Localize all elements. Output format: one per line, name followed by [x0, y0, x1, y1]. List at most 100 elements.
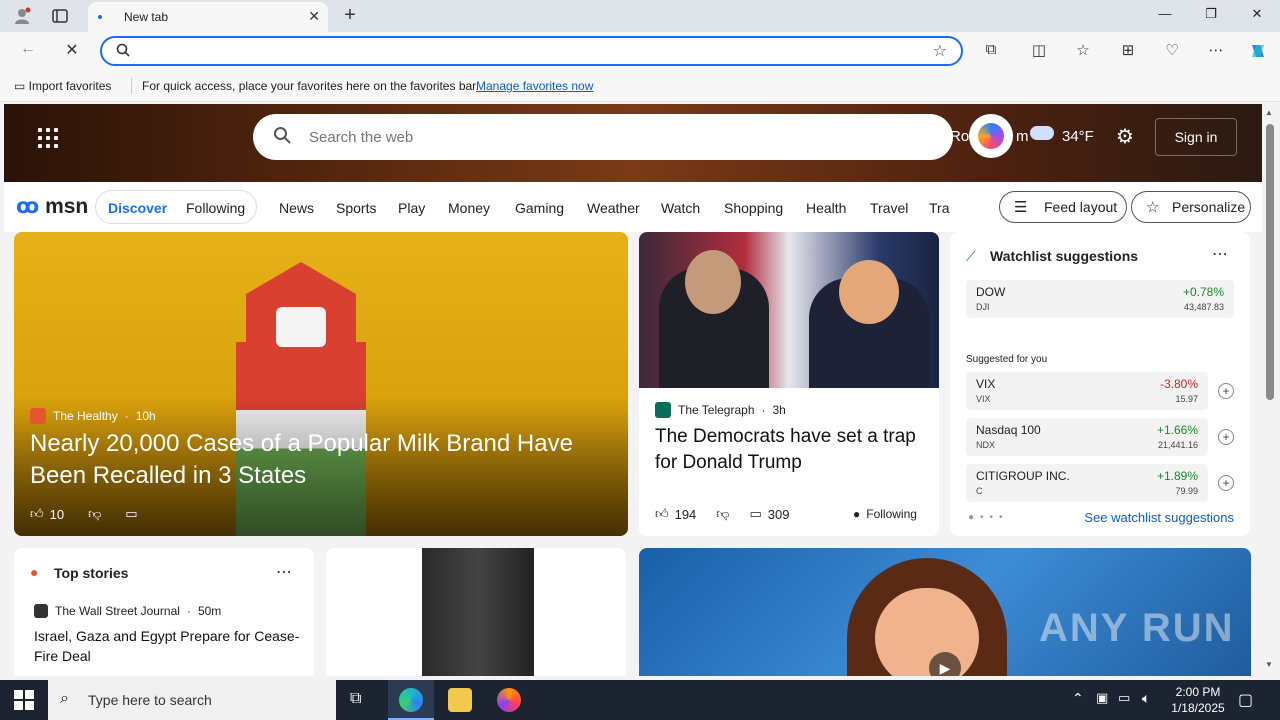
- dislike-icon[interactable]: 👎︎: [716, 506, 729, 522]
- task-view-icon[interactable]: ⧉: [350, 690, 361, 708]
- following-badge[interactable]: ● Following: [853, 507, 917, 521]
- nav-news[interactable]: News: [279, 200, 314, 216]
- clock-date: 1/18/2025: [1171, 701, 1225, 715]
- address-input[interactable]: [140, 41, 920, 61]
- tray-chevron-up-icon[interactable]: ⌃: [1072, 690, 1084, 707]
- top-story-headline[interactable]: Israel, Gaza and Egypt Prepare for Cease…: [34, 626, 304, 666]
- sign-in-button[interactable]: Sign in: [1155, 118, 1237, 156]
- watchlist-row[interactable]: CITIGROUP INC. C +1.89% 79.99 +: [966, 464, 1234, 502]
- scroll-thumb[interactable]: [1266, 124, 1274, 400]
- tab-new-tab[interactable]: New tab ✕: [88, 2, 328, 32]
- browser-essentials-icon[interactable]: ♡: [1161, 41, 1183, 59]
- manage-favorites-link[interactable]: Manage favorites now: [476, 79, 593, 93]
- favorite-star-icon[interactable]: ☆: [933, 41, 947, 61]
- more-options-icon[interactable]: ⋯: [1212, 244, 1228, 264]
- page-scrollbar[interactable]: ▲ ▼: [1262, 104, 1280, 676]
- tray-device-icon[interactable]: ▣: [1096, 690, 1108, 706]
- import-favorites-label: Import favorites: [28, 79, 112, 93]
- close-window-button[interactable]: ✕: [1234, 6, 1280, 22]
- watchlist-row[interactable]: VIX VIX -3.80% 15.97 +: [966, 372, 1234, 410]
- more-menu-icon[interactable]: ⋯: [1205, 41, 1227, 59]
- scroll-up-icon[interactable]: ▲: [1265, 108, 1273, 117]
- watchlist-row[interactable]: Nasdaq 100 NDX +1.66% 21,441.16 +: [966, 418, 1234, 456]
- collections-icon[interactable]: ⊞: [1117, 41, 1139, 59]
- file-explorer-icon[interactable]: [448, 688, 472, 712]
- copilot-button[interactable]: [969, 114, 1013, 158]
- nav-money[interactable]: Money: [448, 200, 490, 216]
- address-bar[interactable]: ☆: [100, 36, 963, 66]
- gear-icon[interactable]: ⚙: [1116, 124, 1134, 149]
- see-watchlist-link[interactable]: See watchlist suggestions: [1084, 510, 1234, 525]
- tab-actions-icon[interactable]: [46, 4, 74, 28]
- scroll-down-icon[interactable]: ▼: [1265, 660, 1273, 669]
- second-comment-count: 309: [767, 506, 790, 522]
- tab-close-icon[interactable]: ✕: [308, 8, 320, 25]
- add-to-watchlist-icon[interactable]: +: [1218, 429, 1234, 445]
- import-favorites-button[interactable]: ▭ Import favorites: [14, 79, 111, 93]
- nav-travel[interactable]: Travel: [870, 200, 908, 216]
- taskbar-clock[interactable]: 2:00 PM 1/18/2025: [1170, 684, 1226, 716]
- taskbar-edge-active[interactable]: [388, 680, 434, 720]
- nav-gaming[interactable]: Gaming: [515, 200, 564, 216]
- comment-icon[interactable]: ▭: [125, 506, 137, 522]
- tab-loading-icon: [98, 15, 102, 19]
- carousel-dots[interactable]: ●•••: [968, 512, 1009, 523]
- stock-symbol: NDX: [976, 440, 996, 450]
- video-card[interactable]: ▶ ANY RUN: [639, 548, 1251, 676]
- restore-button[interactable]: ❐: [1188, 6, 1234, 22]
- more-options-icon[interactable]: ⋯: [276, 562, 292, 582]
- new-tab-button[interactable]: +: [338, 4, 362, 27]
- top-story-age: 50m: [197, 604, 222, 618]
- watchlist-title: Watchlist suggestions: [990, 248, 1139, 264]
- web-search-box[interactable]: [253, 114, 953, 160]
- taskbar-search-box[interactable]: ⌕ Type here to search: [48, 680, 336, 720]
- add-to-watchlist-icon[interactable]: +: [1218, 383, 1234, 399]
- favbar-message: For quick access, place your favorites h…: [142, 79, 479, 93]
- favorites-icon[interactable]: ☆: [1072, 41, 1094, 59]
- dislike-icon[interactable]: 👎︎: [88, 506, 101, 522]
- second-story-card[interactable]: The Telegraph · 3h The Democrats have se…: [639, 232, 939, 536]
- like-icon[interactable]: 👍︎: [655, 506, 669, 522]
- tab-following[interactable]: Following: [186, 200, 245, 216]
- second-like-count: 194: [674, 506, 697, 522]
- nav-shopping[interactable]: Shopping: [724, 200, 783, 216]
- web-search-input[interactable]: [309, 126, 909, 148]
- volume-icon[interactable]: 🔈︎: [1142, 690, 1150, 707]
- back-button[interactable]: ←: [16, 40, 40, 58]
- nav-play[interactable]: Play: [398, 200, 425, 216]
- firefox-icon[interactable]: [497, 688, 521, 712]
- add-to-watchlist-icon[interactable]: +: [1218, 475, 1234, 491]
- nav-weather[interactable]: Weather: [587, 200, 640, 216]
- ad-card[interactable]: [326, 548, 626, 676]
- nav-sports[interactable]: Sports: [336, 200, 376, 216]
- tab-discover[interactable]: Discover: [108, 200, 167, 216]
- split-screen-icon[interactable]: ◫: [1028, 41, 1050, 59]
- location-text-tail: m: [1016, 128, 1029, 145]
- second-title[interactable]: The Democrats have set a trap for Donald…: [655, 424, 925, 476]
- temperature[interactable]: 34°F: [1062, 128, 1094, 145]
- msn-logo[interactable]: ꝏ msn: [16, 194, 88, 219]
- windows-start-icon[interactable]: [14, 690, 34, 715]
- stock-price: 79.99: [1175, 486, 1198, 496]
- play-icon[interactable]: ▶: [929, 652, 961, 676]
- stock-name: VIX: [976, 377, 996, 391]
- minimize-button[interactable]: —: [1142, 6, 1188, 21]
- app-launcher-icon[interactable]: [38, 128, 58, 148]
- feed-layout-button[interactable]: ☰ Feed layout: [999, 191, 1127, 223]
- like-icon[interactable]: 👍︎: [30, 506, 44, 522]
- nav-watch[interactable]: Watch: [661, 200, 700, 216]
- profile-icon[interactable]: [8, 4, 36, 28]
- msn-butterfly-icon: ꝏ: [16, 195, 40, 218]
- copilot-icon[interactable]: [1247, 41, 1269, 65]
- nav-truncated[interactable]: Tra: [929, 200, 951, 216]
- watchlist-main-row[interactable]: DOW DJI +0.78% 43,487.83: [966, 280, 1234, 318]
- stop-button[interactable]: ✕: [60, 40, 84, 60]
- nav-health[interactable]: Health: [806, 200, 846, 216]
- hero-title[interactable]: Nearly 20,000 Cases of a Popular Milk Br…: [30, 428, 610, 492]
- extensions-icon[interactable]: ⧉: [980, 41, 1002, 58]
- network-icon[interactable]: ▭: [1118, 690, 1130, 706]
- personalize-button[interactable]: ☆ Personalize: [1131, 191, 1251, 223]
- comment-icon[interactable]: ▭: [750, 506, 762, 522]
- notifications-icon[interactable]: ▢: [1238, 690, 1253, 710]
- hero-story-card[interactable]: The Healthy · 10h Nearly 20,000 Cases of…: [14, 232, 628, 536]
